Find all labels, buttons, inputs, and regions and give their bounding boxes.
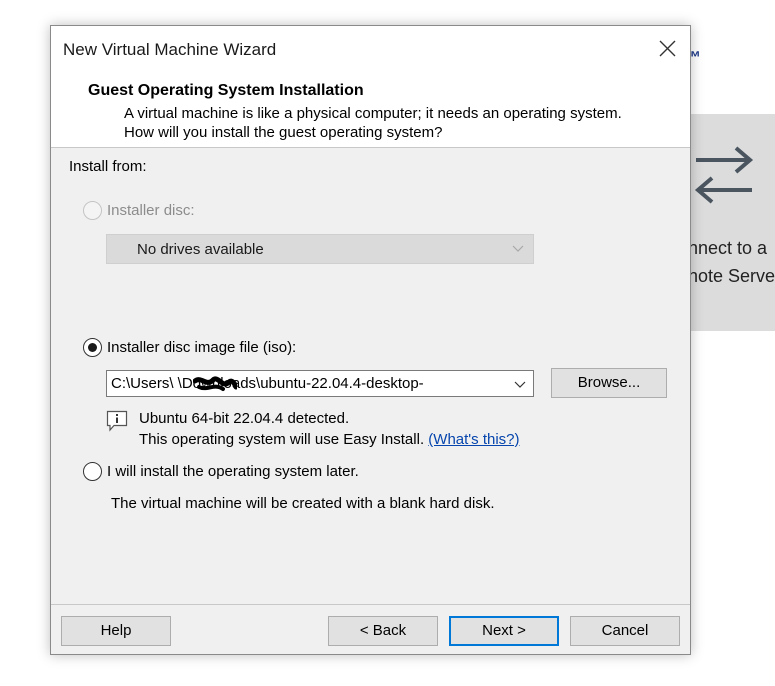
browse-button[interactable]: Browse... [551, 368, 667, 398]
chevron-down-icon [512, 245, 524, 252]
chevron-down-icon [514, 381, 526, 388]
info-icon [106, 410, 128, 432]
wizard-header: Guest Operating System Installation A vi… [51, 76, 690, 148]
wizard-footer: Help < Back Next > Cancel [51, 604, 690, 656]
whats-this-link[interactable]: (What's this?) [428, 431, 519, 448]
page-title: Guest Operating System Installation [88, 82, 364, 99]
background-remote-server-panel: nnect to a note Serve [690, 114, 775, 331]
install-later-description: The virtual machine will be created with… [111, 495, 495, 512]
cancel-button[interactable]: Cancel [570, 616, 680, 646]
installer-disc-label: Installer disc: [107, 202, 195, 219]
iso-path-combobox[interactable]: C:\Users\ \Downloads\ubuntu-22.04.4-desk… [106, 370, 534, 397]
help-button[interactable]: Help [61, 616, 171, 646]
swap-arrows-icon [694, 146, 754, 204]
easy-install-line: This operating system will use Easy Inst… [139, 431, 520, 448]
background-panel-text-1: nnect to a [690, 238, 768, 258]
background-panel-text-2: note Serve [690, 266, 775, 286]
back-button[interactable]: < Back [328, 616, 438, 646]
installer-disc-option[interactable]: Installer disc: [83, 201, 195, 220]
iso-image-option[interactable]: Installer disc image file (iso): [83, 338, 296, 357]
new-vm-wizard-dialog: New Virtual Machine Wizard Guest Operati… [50, 25, 691, 655]
close-button[interactable] [652, 36, 682, 62]
installer-disc-dropdown[interactable]: No drives available [106, 234, 534, 264]
redaction-scribble [193, 376, 237, 391]
install-from-label: Install from: [69, 158, 147, 175]
os-detected-text: Ubuntu 64-bit 22.04.4 detected. [139, 410, 350, 427]
install-later-option[interactable]: I will install the operating system late… [83, 462, 359, 481]
easy-install-text: This operating system will use Easy Inst… [139, 431, 425, 448]
installer-disc-dropdown-value: No drives available [137, 241, 264, 258]
iso-image-radio[interactable] [83, 338, 102, 357]
title-bar: New Virtual Machine Wizard [51, 26, 690, 76]
wizard-body: Install from: Installer disc: No drives … [51, 148, 690, 604]
iso-path-value: C:\Users\ \Downloads\ubuntu-22.04.4-desk… [111, 375, 424, 392]
installer-disc-radio[interactable] [83, 201, 102, 220]
close-icon [659, 40, 676, 57]
next-button[interactable]: Next > [449, 616, 559, 646]
install-later-label: I will install the operating system late… [107, 463, 359, 480]
dialog-title: New Virtual Machine Wizard [63, 40, 277, 59]
iso-image-label: Installer disc image file (iso): [107, 339, 297, 356]
install-later-radio[interactable] [83, 462, 102, 481]
page-description: A virtual machine is like a physical com… [124, 105, 622, 141]
